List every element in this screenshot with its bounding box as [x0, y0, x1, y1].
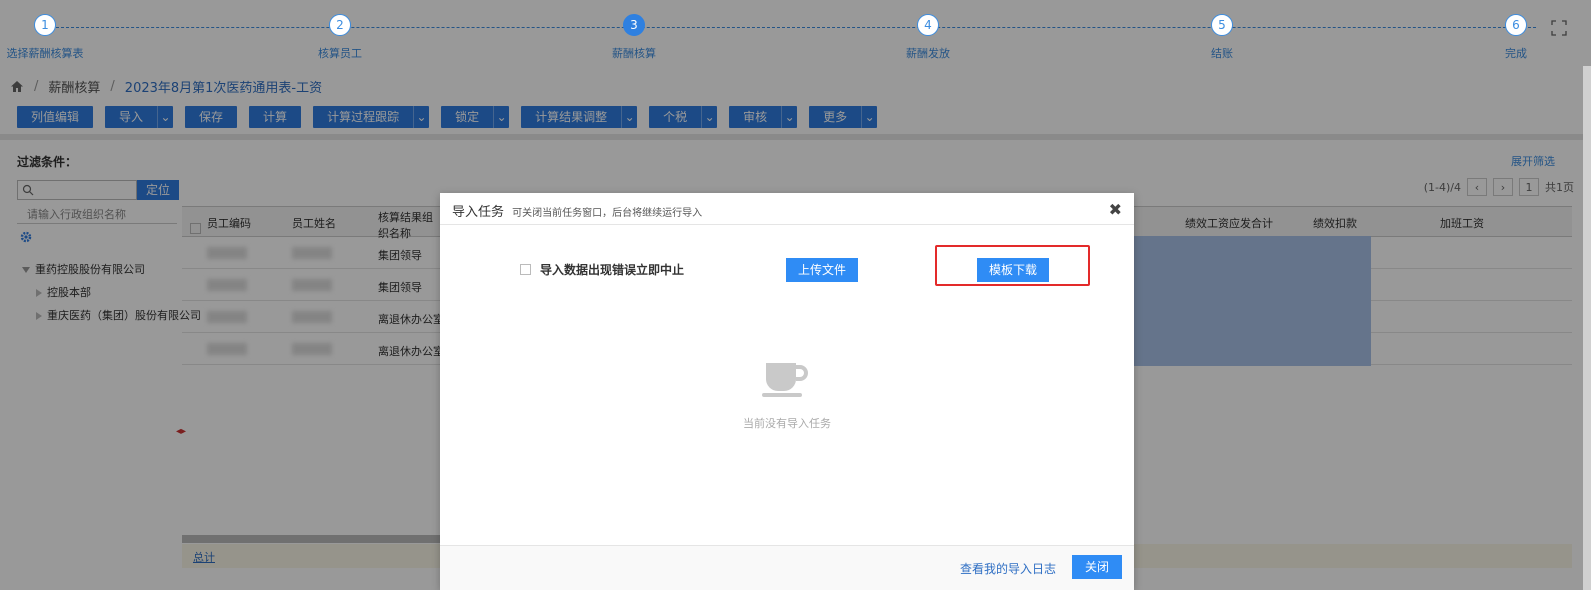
step-number: 4 [917, 14, 939, 36]
import-task-dialog: 导入任务 可关闭当前任务窗口，后台将继续运行导入 ✖ 导入数据出现错误立即中止 … [440, 193, 1134, 590]
empty-state-text: 当前没有导入任务 [743, 417, 831, 430]
coffee-cup-icon [762, 363, 808, 397]
step-number: 5 [1211, 14, 1233, 36]
close-icon[interactable]: ✖ [1109, 200, 1122, 219]
step-number: 3 [623, 14, 645, 36]
dialog-title: 导入任务 [452, 205, 505, 220]
dialog-header: 导入任务 可关闭当前任务窗口，后台将继续运行导入 ✖ [440, 193, 1134, 225]
dialog-subtitle: 可关闭当前任务窗口，后台将继续运行导入 [512, 208, 703, 219]
vertical-scrollbar[interactable] [1583, 66, 1591, 590]
step-number: 1 [34, 14, 56, 36]
checkbox-box[interactable] [520, 264, 531, 275]
dialog-footer: 查看我的导入日志 关闭 [440, 545, 1134, 590]
template-download-button[interactable]: 模板下载 [977, 258, 1049, 282]
checkbox-label: 导入数据出现错误立即中止 [540, 263, 685, 277]
upload-file-button[interactable]: 上传文件 [786, 258, 858, 282]
step-number: 6 [1505, 14, 1527, 36]
dialog-title-wrap: 导入任务 可关闭当前任务窗口，后台将继续运行导入 [452, 201, 702, 220]
stop-on-error-checkbox[interactable]: 导入数据出现错误立即中止 [520, 261, 684, 278]
close-button[interactable]: 关闭 [1072, 555, 1122, 579]
view-import-log-link[interactable]: 查看我的导入日志 [960, 560, 1056, 577]
step-number: 2 [329, 14, 351, 36]
